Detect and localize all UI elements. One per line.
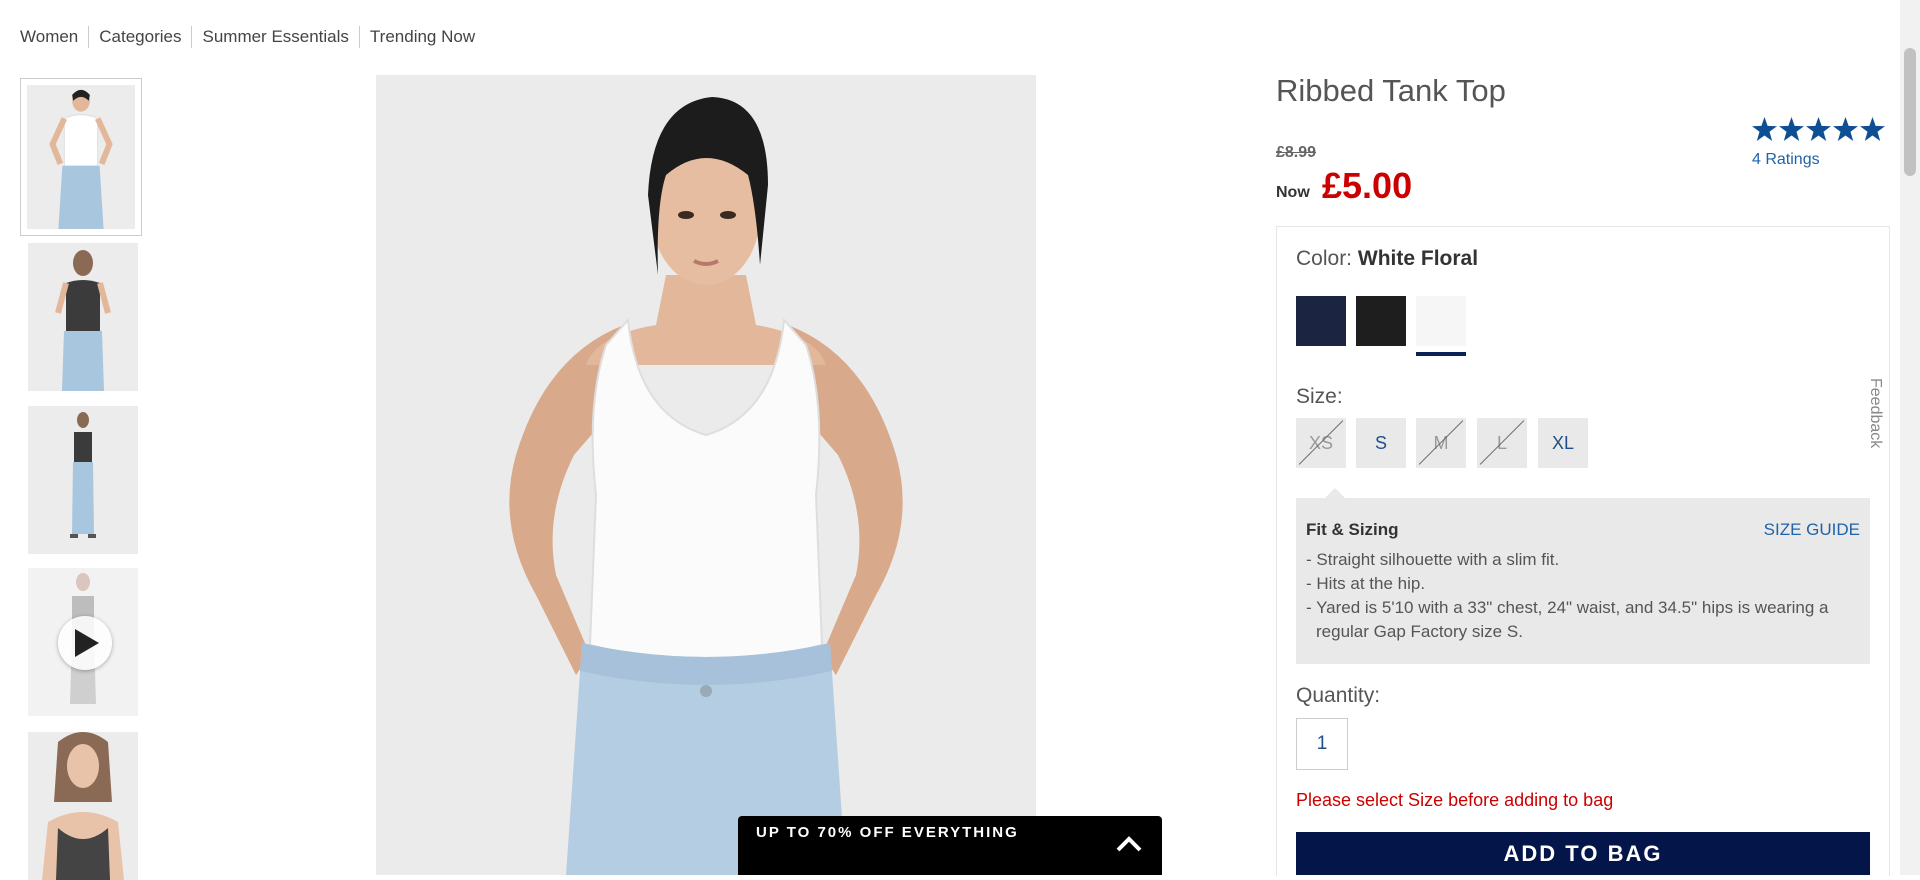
thumbnail-video[interactable] [28, 568, 138, 716]
thumbnail-close-up-view[interactable] [28, 732, 138, 880]
thumbnail-full-body-view[interactable] [28, 406, 138, 554]
size-warning: Please select Size before adding to bag [1296, 790, 1614, 810]
star-icon [1833, 117, 1858, 141]
fit-title: Fit & Sizing [1306, 520, 1399, 539]
feedback-tab[interactable]: Feedback [1866, 378, 1884, 448]
swatch-black[interactable] [1356, 296, 1406, 346]
rating-stars[interactable] [1752, 117, 1885, 141]
selected-color: White Floral [1357, 247, 1479, 270]
breadcrumb: Women Categories Summer Essentials Trend… [20, 26, 485, 48]
sale-price: £5.00 [1322, 165, 1413, 206]
original-price: £8.99 [1276, 144, 1317, 161]
size-xl[interactable]: XL [1538, 418, 1588, 468]
size-m[interactable]: M [1416, 418, 1466, 468]
thumbnail-front-view[interactable] [20, 78, 142, 236]
play-icon[interactable] [58, 616, 112, 670]
scrollbar-thumb[interactable] [1904, 48, 1916, 176]
main-product-image[interactable] [376, 75, 1036, 875]
product-title: Ribbed Tank Top [1276, 73, 1506, 108]
star-icon [1752, 117, 1777, 141]
fit-details: - Straight silhouette with a slim fit. -… [1306, 548, 1860, 644]
star-icon [1806, 117, 1831, 141]
breadcrumb-women[interactable]: Women [20, 26, 88, 48]
size-s[interactable]: S [1356, 418, 1406, 468]
color-label: Color: White Floral [1296, 247, 1478, 271]
now-label: Now [1276, 184, 1310, 201]
chevron-up-icon[interactable] [1116, 836, 1142, 857]
color-label-text: Color: [1296, 247, 1353, 270]
breadcrumb-summer-essentials[interactable]: Summer Essentials [191, 26, 358, 48]
thumbnail-back-view[interactable] [28, 243, 138, 391]
size-l[interactable]: L [1477, 418, 1527, 468]
quantity-label: Quantity: [1296, 684, 1381, 707]
swatch-selected-indicator [1416, 352, 1466, 356]
promo-text: UP TO 70% OFF EVERYTHING [756, 824, 1019, 841]
fit-item: - Yared is 5'10 with a 33" chest, 24" wa… [1306, 598, 1829, 641]
star-icon [1779, 117, 1804, 141]
size-xs[interactable]: XS [1296, 418, 1346, 468]
swatch-white-floral[interactable] [1416, 296, 1466, 346]
quantity-input[interactable]: 1 [1296, 718, 1348, 770]
fit-item: - Straight silhouette with a slim fit. [1306, 550, 1560, 569]
fit-item: - Hits at the hip. [1306, 574, 1426, 593]
ratings-link[interactable]: 4 Ratings [1752, 151, 1820, 169]
size-guide-link[interactable]: SIZE GUIDE [1764, 520, 1860, 540]
size-label: Size: [1296, 385, 1343, 408]
add-to-bag-button[interactable]: ADD TO BAG [1296, 832, 1870, 875]
promo-banner[interactable]: UP TO 70% OFF EVERYTHING [738, 816, 1162, 875]
fit-sizing-panel: Fit & Sizing SIZE GUIDE - Straight silho… [1296, 498, 1870, 664]
star-icon [1860, 117, 1885, 141]
scrollbar[interactable] [1900, 0, 1920, 875]
swatch-navy[interactable] [1296, 296, 1346, 346]
breadcrumb-trending-now[interactable]: Trending Now [358, 26, 485, 48]
breadcrumb-categories[interactable]: Categories [88, 26, 191, 48]
